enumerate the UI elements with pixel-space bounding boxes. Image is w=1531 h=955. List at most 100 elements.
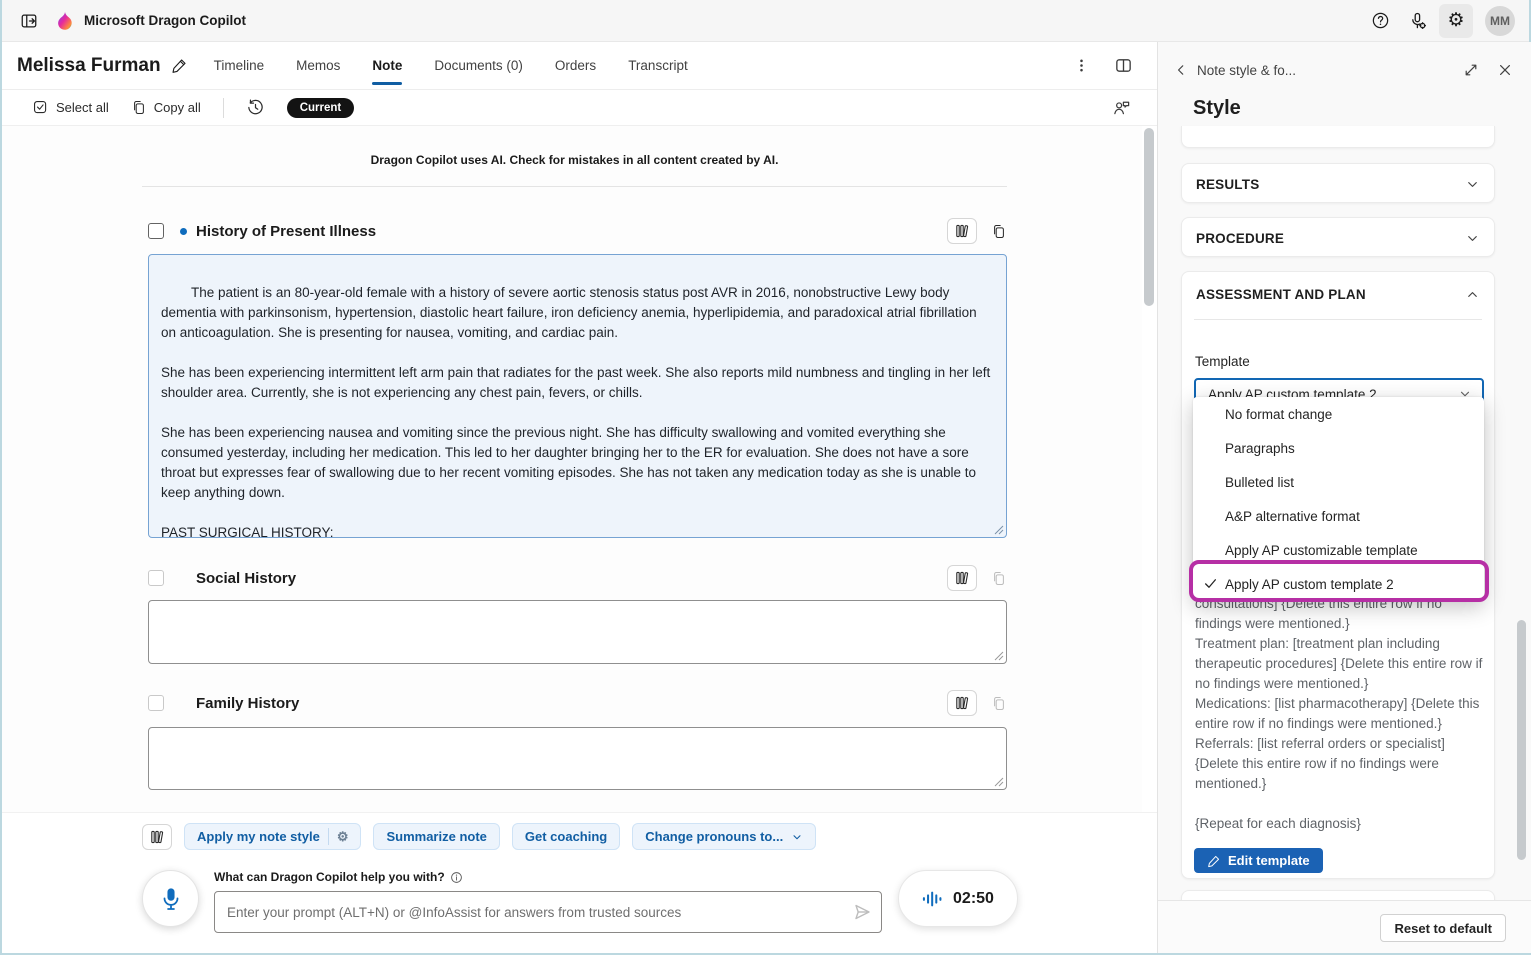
- checkmark-icon: [1203, 576, 1218, 591]
- tab-documents[interactable]: Documents (0): [434, 42, 523, 89]
- current-version-badge[interactable]: Current: [287, 98, 355, 118]
- top-app-bar: Microsoft Dragon Copilot ⚙ MM: [2, 0, 1529, 42]
- social-checkbox[interactable]: [148, 570, 164, 586]
- panel-scrollbar-thumb[interactable]: [1517, 620, 1526, 860]
- close-panel-icon[interactable]: [1497, 62, 1513, 78]
- accordion-procedure-header[interactable]: PROCEDURE: [1182, 218, 1494, 258]
- card-divider: [1194, 319, 1482, 320]
- accordion-results: RESULTS: [1181, 163, 1495, 203]
- ai-disclaimer: Dragon Copilot uses AI. Check for mistak…: [142, 153, 1007, 167]
- hpi-copy-icon[interactable]: [991, 223, 1007, 240]
- get-coaching-button[interactable]: Get coaching: [512, 823, 620, 850]
- hpi-books-icon[interactable]: [947, 218, 977, 244]
- mic-settings-icon[interactable]: [1401, 4, 1435, 38]
- dictation-mic-button[interactable]: [142, 870, 199, 927]
- back-chevron-icon[interactable]: [1174, 63, 1188, 77]
- template-preview-text: consultations] {Delete this entire row i…: [1195, 594, 1487, 834]
- accordion-assessment-header[interactable]: ASSESSMENT AND PLAN: [1182, 272, 1494, 316]
- social-text-field[interactable]: [148, 600, 1007, 664]
- accordion-card-partial: [1181, 126, 1495, 148]
- resize-handle-icon[interactable]: [994, 651, 1004, 661]
- hpi-checkbox[interactable]: [148, 223, 164, 239]
- settings-gear-icon[interactable]: ⚙: [1439, 4, 1473, 38]
- social-books-icon[interactable]: [947, 565, 977, 591]
- summarize-note-button[interactable]: Summarize note: [373, 823, 499, 850]
- send-prompt-icon[interactable]: [852, 902, 872, 922]
- change-pronouns-button[interactable]: Change pronouns to...: [632, 823, 816, 850]
- edit-patient-icon[interactable]: [171, 57, 188, 74]
- social-copy-icon[interactable]: [991, 570, 1007, 587]
- panel-header: Note style & fo...: [1158, 52, 1531, 88]
- recording-timer-button[interactable]: 02:50: [898, 870, 1018, 927]
- resize-handle-icon[interactable]: [994, 525, 1004, 535]
- help-icon[interactable]: [1363, 4, 1397, 38]
- tab-orders[interactable]: Orders: [555, 42, 596, 89]
- option-bulleted-list[interactable]: Bulleted list: [1193, 465, 1484, 499]
- section-header-hpi: History of Present Illness: [148, 218, 1007, 244]
- tab-timeline[interactable]: Timeline: [214, 42, 265, 89]
- patient-name: Melissa Furman: [17, 55, 161, 77]
- note-history-icon[interactable]: [246, 98, 265, 117]
- reset-to-default-button[interactable]: Reset to default: [1380, 914, 1506, 942]
- section-header-social: Social History: [148, 565, 1007, 591]
- resize-handle-icon[interactable]: [994, 777, 1004, 787]
- app-window: Microsoft Dragon Copilot ⚙ MM Melissa Fu…: [0, 0, 1531, 955]
- expand-panel-icon[interactable]: [1463, 62, 1479, 78]
- style-heading: Style: [1193, 97, 1241, 120]
- user-avatar[interactable]: MM: [1485, 6, 1515, 36]
- more-options-icon[interactable]: [1073, 57, 1090, 74]
- note-style-settings-icon[interactable]: ⚙: [337, 830, 349, 843]
- hpi-text: The patient is an 80-year-old female wit…: [161, 285, 994, 538]
- family-checkbox[interactable]: [148, 695, 164, 711]
- waveform-icon: [922, 889, 944, 909]
- template-dropdown-menu: No format change Paragraphs Bulleted lis…: [1193, 397, 1484, 601]
- prompt-label: What can Dragon Copilot help you with?: [214, 870, 463, 884]
- select-all-checkbox-icon: [32, 99, 49, 116]
- main-content: Melissa Furman Timeline Memos Note Docum…: [2, 42, 1157, 953]
- prompt-input[interactable]: [214, 891, 882, 933]
- chevron-down-icon: [791, 831, 803, 843]
- dragon-copilot-logo-icon: [56, 11, 74, 31]
- chevron-down-icon: [1465, 231, 1480, 246]
- copy-icon: [131, 99, 147, 116]
- accordion-procedure: PROCEDURE: [1181, 217, 1495, 257]
- accordion-results-header[interactable]: RESULTS: [1182, 164, 1494, 204]
- note-style-books-icon[interactable]: [142, 824, 172, 850]
- tab-note[interactable]: Note: [372, 42, 402, 89]
- note-document: Dragon Copilot uses AI. Check for mistak…: [2, 126, 1142, 812]
- main-scrollbar-thumb[interactable]: [1144, 128, 1154, 306]
- panel-title: Note style & fo...: [1197, 63, 1296, 78]
- disclaimer-divider: [142, 186, 1007, 187]
- option-no-format-change[interactable]: No format change: [1193, 397, 1484, 431]
- copilot-command-bar: Apply my note style ⚙ Summarize note Get…: [2, 812, 1157, 953]
- recording-timer: 02:50: [953, 890, 994, 908]
- apply-note-style-button[interactable]: Apply my note style ⚙: [184, 823, 361, 850]
- patient-header: Melissa Furman Timeline Memos Note Docum…: [2, 42, 1157, 90]
- tab-memos[interactable]: Memos: [296, 42, 340, 89]
- feedback-persona-icon[interactable]: [1112, 98, 1131, 117]
- open-side-panel-icon[interactable]: [16, 8, 42, 34]
- hpi-text-field[interactable]: The patient is an 80-year-old female wit…: [148, 254, 1007, 538]
- patient-tabs: Timeline Memos Note Documents (0) Orders…: [214, 42, 688, 89]
- option-paragraphs[interactable]: Paragraphs: [1193, 431, 1484, 465]
- app-title: Microsoft Dragon Copilot: [84, 13, 246, 28]
- option-apply-ap-custom-template-2[interactable]: Apply AP custom template 2: [1193, 567, 1484, 601]
- tab-transcript[interactable]: Transcript: [628, 42, 688, 89]
- note-toolbar: Select all Copy all Current: [2, 90, 1157, 126]
- panel-footer: Reset to default: [1158, 900, 1531, 953]
- family-books-icon[interactable]: [947, 690, 977, 716]
- family-copy-icon[interactable]: [991, 695, 1007, 712]
- info-icon: [450, 871, 463, 884]
- split-view-icon[interactable]: [1114, 56, 1133, 75]
- copy-all-button[interactable]: Copy all: [131, 99, 201, 116]
- section-title-hpi: History of Present Illness: [196, 223, 376, 240]
- section-title-family: Family History: [196, 695, 299, 712]
- option-apply-ap-customizable-template[interactable]: Apply AP customizable template: [1193, 533, 1484, 567]
- select-all-button[interactable]: Select all: [32, 99, 109, 116]
- toolbar-divider: [223, 98, 224, 118]
- note-style-panel: Note style & fo... Style RESULTS PROCEDU…: [1157, 42, 1531, 953]
- family-text-field[interactable]: [148, 727, 1007, 790]
- microphone-icon: [159, 886, 183, 912]
- option-ap-alternative-format[interactable]: A&P alternative format: [1193, 499, 1484, 533]
- edit-template-button[interactable]: Edit template: [1194, 848, 1323, 873]
